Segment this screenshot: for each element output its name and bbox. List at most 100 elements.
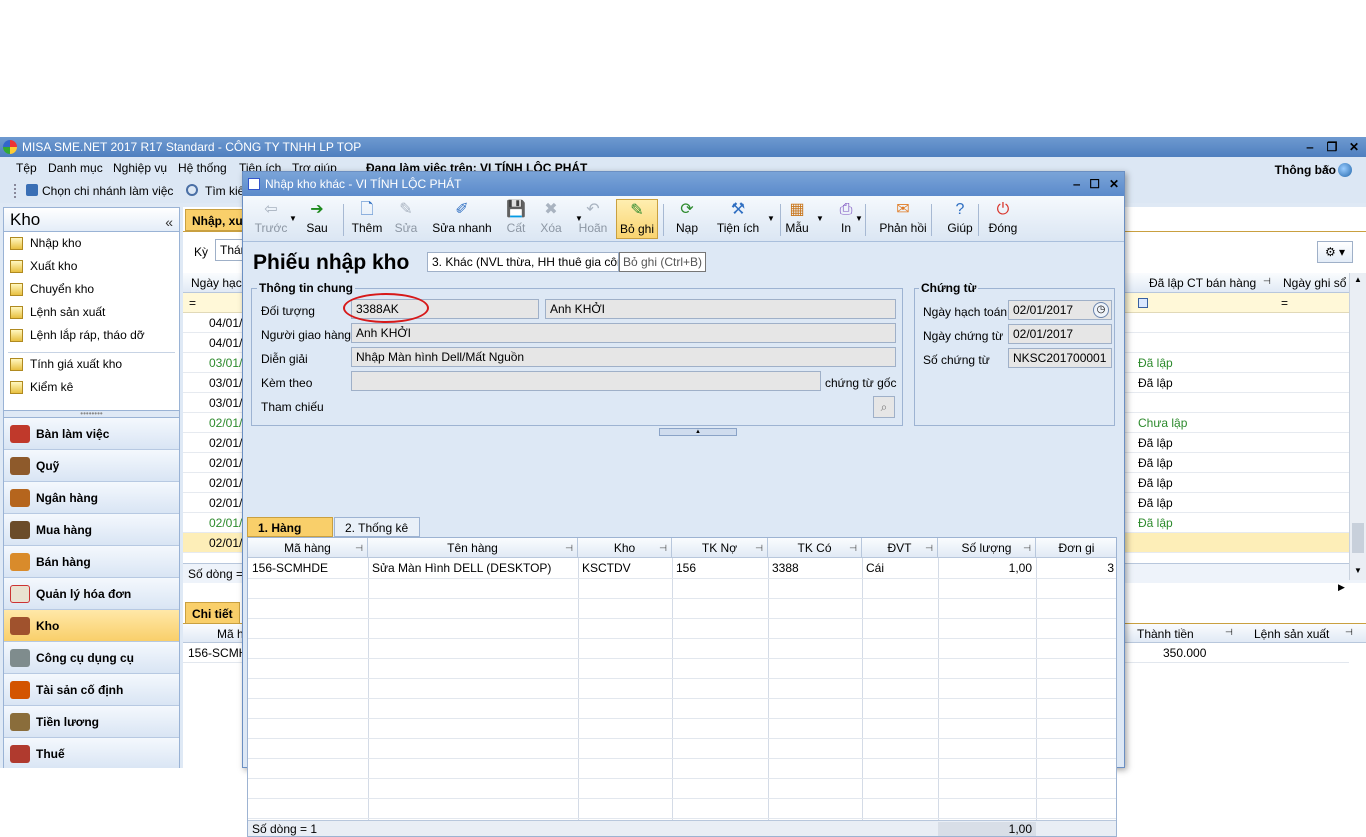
kem-theo-field[interactable] <box>351 371 821 391</box>
menu-item-file[interactable]: Tệp <box>16 157 37 179</box>
grid-cell[interactable]: KSCTDV <box>578 558 672 578</box>
grid-col-header[interactable]: Đơn gi <box>1036 538 1116 558</box>
dropdown-arrow-icon[interactable]: ▼ <box>816 214 824 223</box>
scroll-up-icon[interactable]: ▲ <box>1354 275 1362 284</box>
ngay-chung-tu-field[interactable]: 02/01/2017 <box>1008 324 1112 344</box>
toolbar-button-forward-arrow[interactable]: ➔ Sau <box>295 199 339 239</box>
period-select[interactable]: Thán <box>215 239 247 261</box>
pin-icon[interactable]: ⊣ <box>1225 627 1233 638</box>
module-mua-hang[interactable]: Mua hàng <box>4 514 179 546</box>
module-ban-hang[interactable]: Bán hàng <box>4 546 179 578</box>
nguoi-giao-field[interactable]: Anh KHỞI <box>351 323 896 343</box>
vertical-scrollbar[interactable]: ▲ ▼ <box>1349 273 1366 580</box>
dropdown-arrow-icon[interactable]: ▼ <box>289 214 297 223</box>
pin-icon[interactable]: ⊣ <box>849 538 857 558</box>
pin-icon[interactable]: ⊣ <box>1263 276 1271 287</box>
voucher-type-select[interactable]: 3. Khác (NVL thừa, HH thuê gia công,... <box>427 252 619 272</box>
pin-icon[interactable]: ⊣ <box>355 538 363 558</box>
sidebar-item-lenh-lap-rap[interactable]: Lệnh lắp ráp, tháo dỡ <box>4 324 179 347</box>
detail-col-thanh-tien[interactable]: Thành tiền <box>1137 627 1194 641</box>
menu-item-system[interactable]: Hệ thống <box>178 157 227 179</box>
toolbar-button-edit[interactable]: ✎ Sửa <box>391 199 421 239</box>
filter-equals-icon-2[interactable]: = <box>1281 296 1288 310</box>
collapse-panel-handle[interactable]: ▲ <box>659 428 737 436</box>
col-header-sales-voucher[interactable]: Đã lập CT bán hàng <box>1149 276 1256 290</box>
grid-col-header[interactable]: Số lượng ⊣ <box>938 538 1036 558</box>
dialog-maximize-icon[interactable]: ☐ <box>1089 172 1100 196</box>
sidebar-item-nhap-kho[interactable]: Nhập kho <box>4 232 179 255</box>
dien-giai-field[interactable]: Nhập Màn hình Dell/Mất Nguồn <box>351 347 896 367</box>
col-header-post-date[interactable]: Ngày ghi sổ k <box>1283 276 1356 290</box>
grid-col-header[interactable]: TK Nợ ⊣ <box>672 538 768 558</box>
toolbar-button-feedback[interactable]: ✉ Phản hồi <box>875 199 931 239</box>
pin-icon[interactable]: ⊣ <box>1345 627 1353 638</box>
filter-equals-icon[interactable]: = <box>189 296 196 310</box>
grid-cell[interactable]: 156 <box>672 558 768 578</box>
sidebar-item-tinh-gia[interactable]: Tính giá xuất kho <box>4 353 179 376</box>
detail-col-lenh-san-xuat[interactable]: Lệnh sản xuất <box>1254 627 1329 641</box>
grid-cell[interactable]: 156-SCMHDE <box>248 558 368 578</box>
pin-icon[interactable]: ⊣ <box>1023 538 1031 558</box>
so-chung-tu-field[interactable]: NKSC201700001 <box>1008 348 1112 368</box>
module-thue[interactable]: Thuế <box>4 738 179 768</box>
module-quy[interactable]: Quỹ <box>4 450 179 482</box>
toolbar-button-reload[interactable]: ⟳ Nạp <box>672 199 702 239</box>
grid-cell[interactable]: Sửa Màn Hình DELL (DESKTOP) <box>368 558 578 578</box>
sidebar-splitter[interactable]: •••••••• <box>4 410 179 418</box>
restore-icon[interactable]: ❐ <box>1324 137 1340 157</box>
grid-col-header[interactable]: Kho ⊣ <box>578 538 672 558</box>
scroll-down-icon[interactable]: ▼ <box>1354 566 1362 575</box>
detail-col-ma[interactable]: Mã h <box>217 627 244 641</box>
collapse-sidebar-icon[interactable]: « <box>165 210 173 234</box>
search-button[interactable]: Tìm kiế <box>205 179 244 203</box>
toolbar-button-quick-edit[interactable]: ✐ Sửa nhanh <box>429 199 495 239</box>
grid-cell[interactable]: 1,00 <box>938 558 1036 578</box>
grid-cell[interactable]: Cái <box>862 558 938 578</box>
sidebar-item-xuat-kho[interactable]: Xuất kho <box>4 255 179 278</box>
scroll-right-icon[interactable]: ▶ <box>1338 582 1345 593</box>
choose-branch-button[interactable]: Chọn chi nhánh làm việc <box>42 179 173 203</box>
module-quan-ly-hoa-don[interactable]: Quản lý hóa đơn <box>4 578 179 610</box>
toolbar-button-delete[interactable]: ✖ Xóa <box>535 199 567 239</box>
module-ngan-hang[interactable]: Ngân hàng <box>4 482 179 514</box>
dialog-close-icon[interactable]: ✕ <box>1109 172 1119 196</box>
notification-button[interactable]: Thông báo <box>1275 163 1352 177</box>
toolbar-button-help[interactable]: ? Giúp <box>943 199 977 239</box>
module-ban-lam-viec[interactable]: Bàn làm việc <box>4 418 179 450</box>
tab-hang-tien[interactable]: 1. Hàng tiền <box>247 517 333 555</box>
pin-icon[interactable]: ⊣ <box>565 538 573 558</box>
doi-tuong-name-field[interactable]: Anh KHỞI <box>545 299 896 319</box>
pin-icon[interactable]: ⊣ <box>925 538 933 558</box>
filter-checkbox[interactable] <box>1138 298 1148 308</box>
settings-gear-icon[interactable]: ⚙ ▾ <box>1317 241 1353 263</box>
module-kho[interactable]: Kho <box>4 610 179 642</box>
dropdown-arrow-icon[interactable]: ▼ <box>767 214 775 223</box>
toolbar-button-utilities[interactable]: ⚒ Tiện ích <box>709 199 767 239</box>
toolbar-button-unpost[interactable]: ✎ Bỏ ghi <box>616 199 658 239</box>
col-header-date[interactable]: Ngày hạch <box>191 276 248 290</box>
module-tai-san-co-dinh[interactable]: Tài sản cố định <box>4 674 179 706</box>
grid-col-header[interactable]: TK Có ⊣ <box>768 538 862 558</box>
pin-icon[interactable]: ⊣ <box>659 538 667 558</box>
dialog-titlebar[interactable]: Nhập kho khác - VI TÍNH LỘC PHÁT ‒ ☐ ✕ <box>243 172 1124 196</box>
sidebar-item-chuyen-kho[interactable]: Chuyển kho <box>4 278 179 301</box>
sidebar-item-kiem-ke[interactable]: Kiểm kê <box>4 376 179 399</box>
grid-cell[interactable]: 3 <box>1036 558 1116 578</box>
toolbar-button-back-arrow[interactable]: ⇦ Trước <box>251 199 291 239</box>
dropdown-arrow-icon[interactable]: ▼ <box>575 214 583 223</box>
clock-icon[interactable]: ◷ <box>1093 302 1109 318</box>
close-icon[interactable]: ✕ <box>1346 137 1362 157</box>
grid-col-header[interactable]: Mã hàng ⊣ <box>248 538 368 558</box>
tab-thong-ke[interactable]: 2. Thống kê <box>334 517 420 537</box>
dialog-minimize-icon[interactable]: ‒ <box>1073 172 1080 196</box>
reference-search-icon[interactable]: ⌕ <box>873 396 895 418</box>
grid-cell[interactable]: 3388 <box>768 558 862 578</box>
scroll-thumb[interactable] <box>1352 523 1364 553</box>
module-tien-luong[interactable]: Tiền lương <box>4 706 179 738</box>
minimize-icon[interactable]: ‒ <box>1302 137 1318 157</box>
grid-col-header[interactable]: ĐVT ⊣ <box>862 538 938 558</box>
toolbar-button-add-document[interactable]: 🗋 Thêm <box>347 199 387 239</box>
dropdown-arrow-icon[interactable]: ▼ <box>855 214 863 223</box>
tab-chi-tiet[interactable]: Chi tiết <box>185 602 240 624</box>
pin-icon[interactable]: ⊣ <box>755 538 763 558</box>
